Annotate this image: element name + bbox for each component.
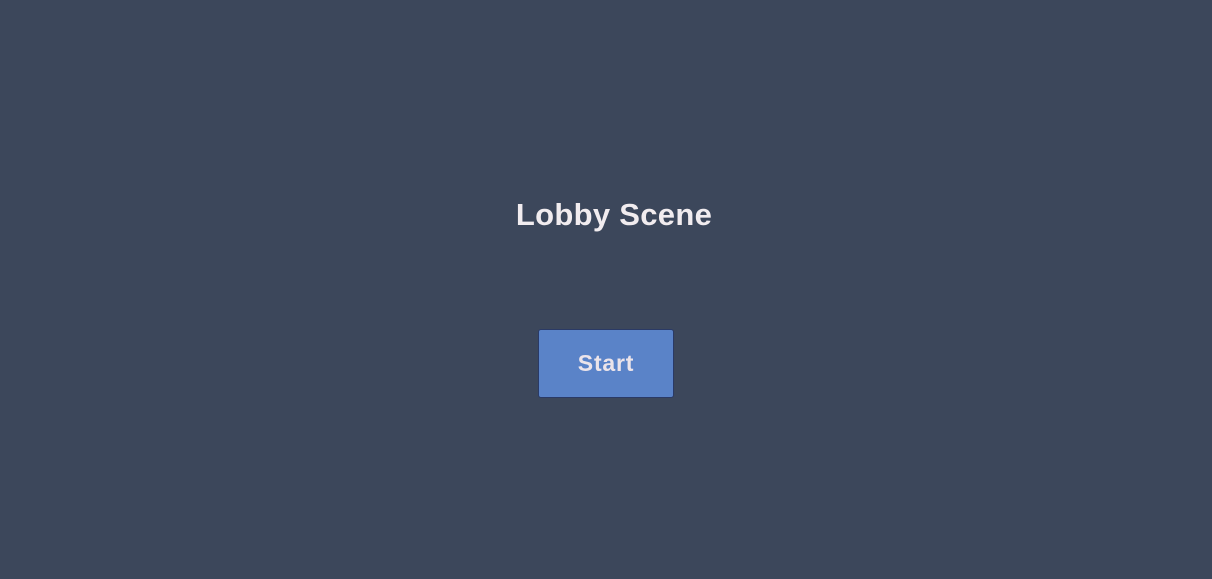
scene-title: Lobby Scene (515, 197, 713, 232)
start-button[interactable]: Start (538, 329, 674, 398)
lobby-scene: Lobby Scene Start (0, 0, 1212, 579)
